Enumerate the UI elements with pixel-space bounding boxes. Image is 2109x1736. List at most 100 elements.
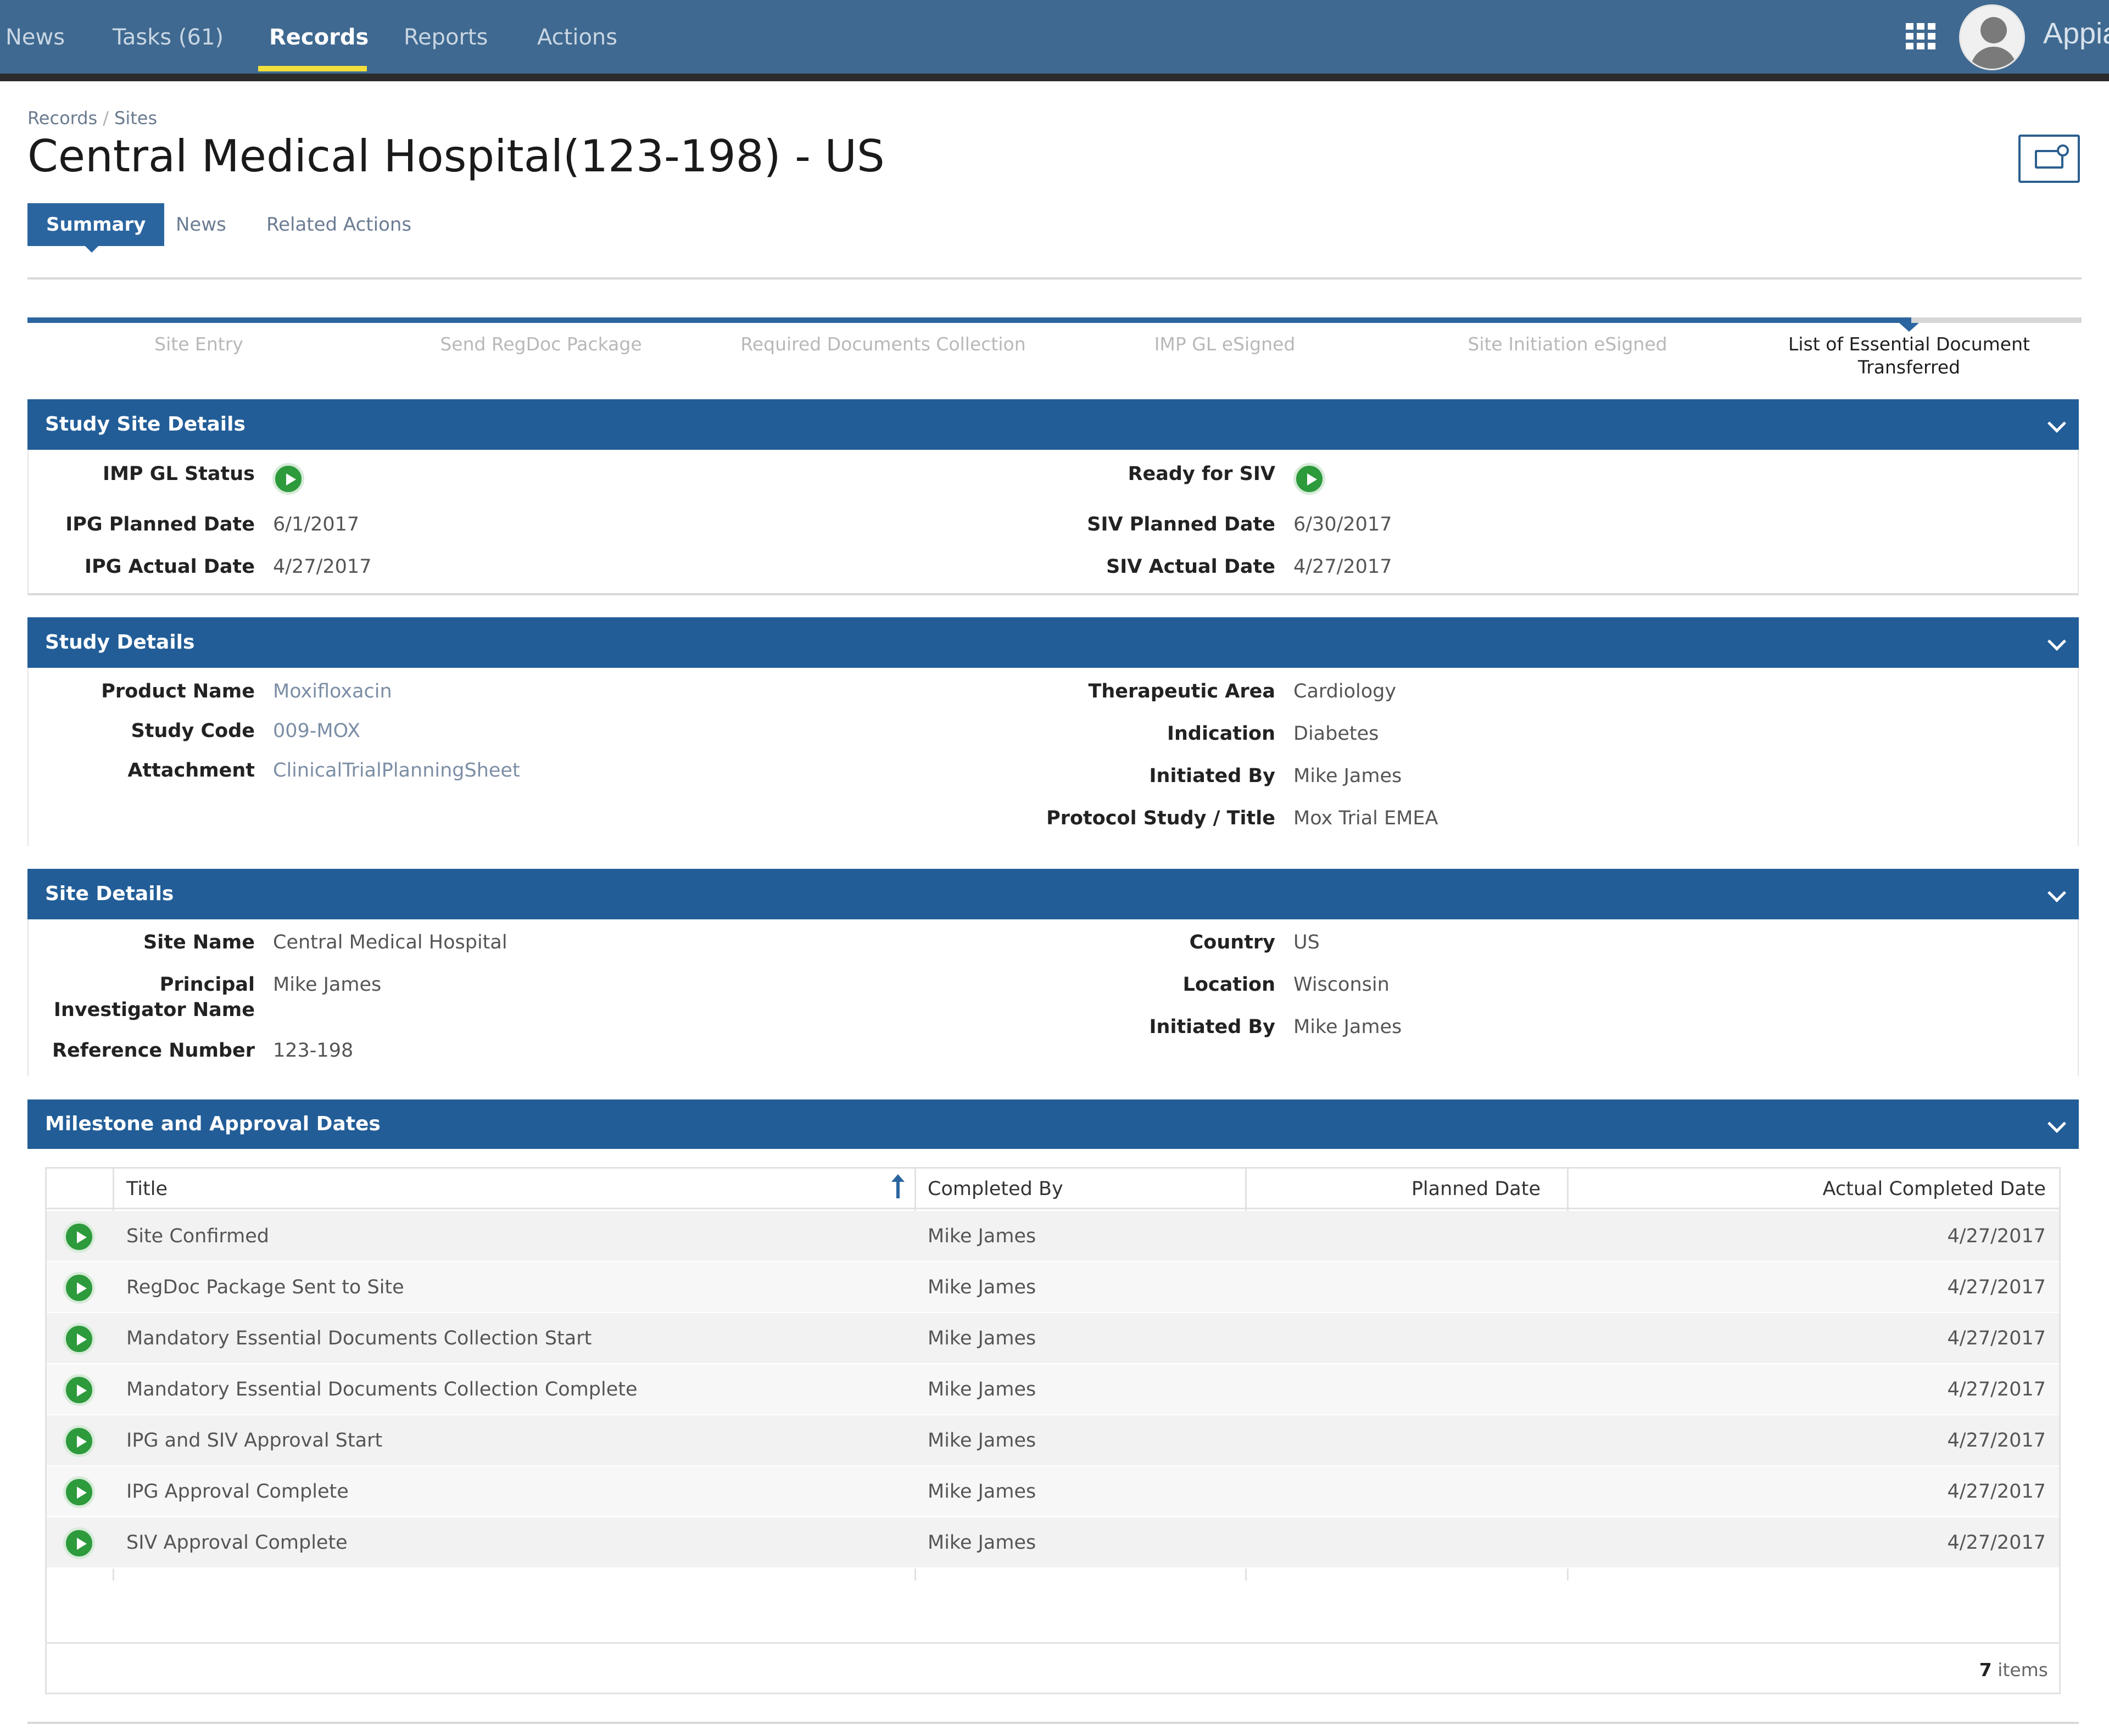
chevron-down-icon[interactable]	[2047, 1114, 2066, 1133]
field-value: 4/27/2017	[273, 556, 372, 578]
field-value[interactable]: Moxifloxacin	[273, 679, 392, 704]
cell-completed-by: Mike James	[928, 1532, 1036, 1554]
nav-records[interactable]: Records	[269, 21, 369, 54]
sort-ascending-icon[interactable]	[891, 1174, 905, 1198]
section-header-milestone-dates[interactable]: Milestone and Approval Dates	[27, 1099, 2079, 1149]
chevron-down-icon[interactable]	[2047, 414, 2066, 433]
milestone-step: IMP GL eSigned	[1154, 333, 1296, 355]
field-value: 123-198	[273, 1040, 354, 1062]
nav-underbar	[0, 74, 2109, 81]
tab-related-actions[interactable]: Related Actions	[266, 203, 411, 246]
breadcrumb: Records / Sites	[27, 108, 157, 129]
play-circle-icon	[63, 1221, 95, 1253]
field-label: Reference Number	[52, 1040, 255, 1062]
column-header-planned-date[interactable]: Planned Date	[1255, 1169, 1541, 1209]
table-row[interactable]: SIV Approval Complete Mike James 4/27/20…	[47, 1517, 2059, 1568]
user-avatar[interactable]	[1959, 4, 2025, 70]
cell-actual-date: 4/27/2017	[1947, 1276, 2046, 1298]
cell-planned-date	[1255, 1364, 1541, 1415]
field-value: US	[1293, 931, 1320, 953]
field-label: Initiated By	[1149, 765, 1275, 787]
breadcrumb-records[interactable]: Records	[27, 108, 97, 129]
field-label: IMP GL Status	[103, 463, 255, 485]
field-label: SIV Actual Date	[1106, 556, 1275, 578]
field-label: IPG Actual Date	[84, 556, 255, 578]
milestone-current-marker	[1899, 323, 1919, 332]
cell-completed-by: Mike James	[928, 1378, 1036, 1400]
breadcrumb-separator: /	[103, 108, 109, 129]
play-circle-icon	[1293, 463, 1325, 495]
field-label: Principal Investigator Name	[53, 974, 255, 1021]
cell-planned-date	[1255, 1313, 1541, 1364]
field-label: Country	[1189, 931, 1275, 953]
section-title: Milestone and Approval Dates	[45, 1113, 381, 1135]
field-label: Site Name	[143, 931, 255, 953]
tab-summary[interactable]: Summary	[27, 203, 165, 246]
cell-planned-date	[1255, 1211, 1541, 1262]
field-label: Indication	[1167, 723, 1275, 745]
field-value: Diabetes	[1293, 723, 1379, 745]
field-label: Product Name	[101, 680, 255, 702]
cell-actual-date: 4/27/2017	[1947, 1532, 2046, 1554]
tabs-divider	[27, 277, 2082, 280]
record-settings-button[interactable]	[2018, 135, 2080, 183]
field-value: Mike James	[1293, 1016, 1402, 1038]
apps-grid-icon[interactable]	[1906, 23, 1935, 49]
table-row[interactable]: IPG and SIV Approval Start Mike James 4/…	[47, 1415, 2059, 1466]
milestone-progress-fill	[27, 317, 1911, 323]
cell-planned-date	[1255, 1517, 1541, 1568]
table-row[interactable]: RegDoc Package Sent to Site Mike James 4…	[47, 1262, 2059, 1313]
field-value[interactable]: 009-MOX	[273, 718, 360, 744]
cell-title: IPG and SIV Approval Start	[126, 1430, 383, 1452]
field-value: Wisconsin	[1293, 974, 1390, 996]
table-row[interactable]: IPG Approval Complete Mike James 4/27/20…	[47, 1466, 2059, 1517]
play-circle-icon	[63, 1323, 95, 1355]
nav-tasks[interactable]: Tasks (61)	[113, 21, 224, 54]
field-label: Protocol Study / Title	[1046, 807, 1275, 829]
breadcrumb-sites[interactable]: Sites	[114, 108, 157, 129]
chevron-down-icon[interactable]	[2047, 884, 2066, 902]
grid-footer-divider	[47, 1642, 2059, 1644]
cell-completed-by: Mike James	[928, 1276, 1036, 1298]
cell-actual-date: 4/27/2017	[1947, 1225, 2046, 1247]
table-row[interactable]: Mandatory Essential Documents Collection…	[47, 1364, 2059, 1415]
section-header-study-site-details[interactable]: Study Site Details	[27, 399, 2079, 450]
field-value: Mox Trial EMEA	[1293, 807, 1438, 829]
column-header-title[interactable]: Title	[126, 1169, 168, 1209]
cell-actual-date: 4/27/2017	[1947, 1378, 2046, 1400]
field-value: Cardiology	[1293, 680, 1397, 702]
attachment-link[interactable]: ClinicalTrialPlanningSheet	[273, 758, 520, 783]
section-header-site-details[interactable]: Site Details	[27, 869, 2079, 919]
field-label: SIV Planned Date	[1087, 513, 1275, 535]
cell-completed-by: Mike James	[928, 1430, 1036, 1452]
nav-news[interactable]: News	[5, 21, 65, 54]
field-label: Study Code	[131, 720, 255, 742]
section-title: Study Site Details	[45, 413, 246, 436]
column-header-actual-date[interactable]: Actual Completed Date	[1579, 1169, 2046, 1209]
grid-header: Title Completed By Planned Date Actual C…	[47, 1169, 2059, 1209]
field-value: Mike James	[1293, 765, 1402, 787]
cell-actual-date: 4/27/2017	[1947, 1481, 2046, 1503]
top-navigation-bar: News Tasks (61) Records Reports Actions …	[0, 0, 2109, 74]
nav-reports[interactable]: Reports	[404, 21, 488, 54]
field-label: Initiated By	[1149, 1016, 1275, 1038]
column-header-completed-by[interactable]: Completed By	[928, 1169, 1063, 1209]
table-row[interactable]: Site Confirmed Mike James 4/27/2017	[47, 1211, 2059, 1262]
milestone-step: Site Initiation eSigned	[1468, 333, 1667, 355]
tab-news[interactable]: News	[176, 203, 226, 246]
section-header-study-details[interactable]: Study Details	[27, 617, 2079, 668]
field-label: IPG Planned Date	[65, 513, 255, 535]
cell-title: SIV Approval Complete	[126, 1532, 348, 1554]
field-label: Ready for SIV	[1128, 463, 1275, 485]
cell-title: Mandatory Essential Documents Collection…	[126, 1378, 638, 1400]
cell-actual-date: 4/27/2017	[1947, 1327, 2046, 1349]
gear-icon	[2057, 144, 2069, 157]
nav-actions[interactable]: Actions	[537, 21, 617, 54]
table-row[interactable]: Mandatory Essential Documents Collection…	[47, 1313, 2059, 1364]
field-value: Central Medical Hospital	[273, 931, 507, 953]
chevron-down-icon[interactable]	[2047, 632, 2066, 651]
cell-planned-date	[1255, 1262, 1541, 1313]
cell-planned-date	[1255, 1415, 1541, 1466]
section-title: Study Details	[45, 631, 195, 654]
field-label: Attachment	[127, 760, 255, 782]
